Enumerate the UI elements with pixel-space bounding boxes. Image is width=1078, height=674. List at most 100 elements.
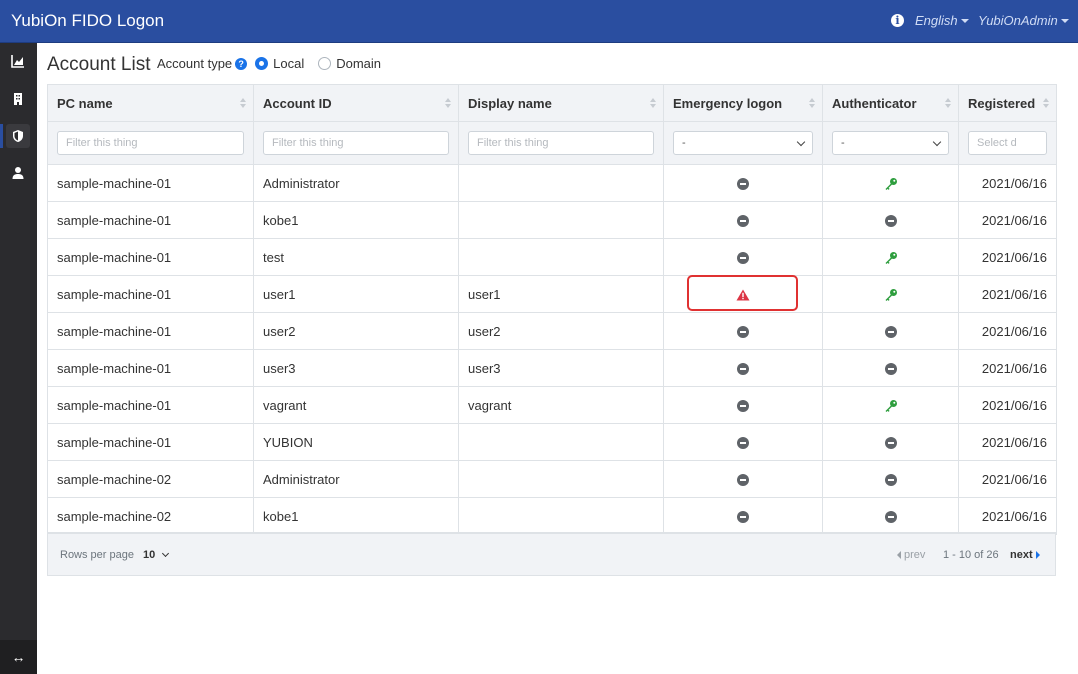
help-icon[interactable]: ? — [235, 57, 248, 70]
radio-local[interactable] — [255, 57, 269, 70]
triangle-left-icon — [897, 551, 901, 559]
disabled-icon — [884, 437, 897, 450]
filter-registered-date-input[interactable] — [968, 131, 1047, 155]
chevron-down-icon — [932, 137, 942, 146]
column-header-display-name[interactable]: Display name — [458, 84, 664, 122]
filter-authenticator-select[interactable]: - — [832, 131, 949, 155]
language-dropdown[interactable]: English — [915, 13, 969, 28]
cell-display-name — [458, 423, 664, 461]
sort-icon[interactable] — [445, 98, 452, 109]
cell-pc-name: sample-machine-01 — [47, 238, 254, 276]
table-row[interactable]: sample-machine-02 Administrator 2021/06/16 — [47, 460, 1057, 498]
disabled-icon — [737, 252, 749, 265]
cell-emergency-logon — [663, 423, 823, 461]
chart-icon — [11, 55, 24, 68]
cell-authenticator — [822, 497, 959, 535]
sort-icon[interactable] — [650, 98, 657, 109]
cell-account-id: YUBION — [253, 423, 459, 461]
filter-display-name-input[interactable] — [468, 131, 654, 155]
cell-account-id: test — [253, 238, 459, 276]
disabled-icon — [884, 511, 897, 524]
column-header-label: Authenticator — [832, 95, 917, 111]
cell-registered: 2021/06/16 — [958, 349, 1057, 387]
column-header-label: Account ID — [263, 95, 332, 111]
cell-registered: 2021/06/16 — [958, 497, 1057, 535]
sidebar-item-users[interactable] — [6, 161, 30, 185]
info-icon[interactable]: i — [891, 14, 904, 27]
account-type-selector: Account type ? Local Domain — [157, 56, 381, 71]
page-range: 1 - 10 of 26 — [943, 549, 999, 561]
table-row[interactable]: sample-machine-01 test 2021/06/16 — [47, 238, 1057, 276]
filter-emergency-select[interactable]: - — [673, 131, 813, 155]
key-icon — [884, 286, 898, 301]
sidebar-toggle-button[interactable]: ↔ — [0, 640, 37, 674]
disabled-icon — [737, 215, 749, 228]
prev-page-button[interactable]: prev — [897, 549, 925, 561]
table-row[interactable]: sample-machine-01 user1 user1 2021/06/16 — [47, 275, 1057, 313]
sort-icon[interactable] — [1043, 98, 1050, 109]
column-header-authenticator[interactable]: Authenticator — [822, 84, 959, 122]
sort-icon[interactable] — [809, 98, 816, 109]
column-header-account-id[interactable]: Account ID — [253, 84, 459, 122]
cell-emergency-logon — [663, 312, 823, 350]
column-header-label: Emergency logon — [673, 95, 783, 111]
cell-display-name: user1 — [458, 275, 664, 313]
cell-pc-name: sample-machine-01 — [47, 312, 254, 350]
table-row[interactable]: sample-machine-01 user3 user3 2021/06/16 — [47, 349, 1057, 387]
sidebar-item-security[interactable] — [0, 124, 30, 148]
cell-pc-name: sample-machine-01 — [47, 275, 254, 313]
cell-authenticator — [822, 201, 959, 239]
column-header-emergency-logon[interactable]: Emergency logon — [663, 84, 823, 122]
sidebar-item-dashboard[interactable] — [6, 49, 30, 73]
triangle-right-icon — [1035, 551, 1040, 559]
disabled-icon — [737, 178, 749, 191]
disabled-icon — [884, 474, 897, 487]
table-row[interactable]: sample-machine-02 kobe1 2021/06/16 — [47, 497, 1057, 535]
account-table: PC name Account ID Display name Emergency l… — [47, 84, 1057, 535]
column-header-pc-name[interactable]: PC name — [47, 84, 254, 122]
radio-domain-label[interactable]: Domain — [336, 56, 381, 71]
cell-pc-name: sample-machine-02 — [47, 460, 254, 498]
cell-registered: 2021/06/16 — [958, 238, 1057, 276]
table-row[interactable]: sample-machine-01 Administrator 2021/06/16 — [47, 164, 1057, 202]
cell-authenticator — [822, 349, 959, 387]
shield-icon — [13, 130, 23, 142]
radio-domain[interactable] — [318, 57, 332, 70]
sidebar-item-organization[interactable] — [6, 87, 30, 111]
rows-per-page-select[interactable]: 10 — [143, 549, 170, 561]
filter-cell — [253, 121, 459, 165]
table-row[interactable]: sample-machine-01 YUBION 2021/06/16 — [47, 423, 1057, 461]
cell-registered: 2021/06/16 — [958, 460, 1057, 498]
cell-emergency-logon — [663, 386, 823, 424]
cell-display-name: user3 — [458, 349, 664, 387]
cell-pc-name: sample-machine-01 — [47, 423, 254, 461]
page-title: Account List — [47, 54, 151, 75]
user-dropdown[interactable]: YubiOnAdmin — [978, 13, 1069, 28]
table-row[interactable]: sample-machine-01 vagrant vagrant 2021/06/1… — [47, 386, 1057, 424]
filter-account-id-input[interactable] — [263, 131, 449, 155]
language-label: English — [915, 13, 958, 28]
rows-per-page-label: Rows per page — [60, 549, 134, 561]
cell-authenticator — [822, 238, 959, 276]
user-icon — [12, 167, 24, 179]
highlight-annotation — [687, 275, 798, 311]
select-value: - — [682, 137, 686, 149]
radio-local-label[interactable]: Local — [273, 56, 304, 71]
key-icon — [884, 397, 898, 412]
top-navbar: YubiOn FIDO Logon i English YubiOnAdmin — [0, 0, 1078, 43]
sort-icon[interactable] — [240, 98, 247, 109]
cell-pc-name: sample-machine-01 — [47, 164, 254, 202]
filter-cell — [47, 121, 254, 165]
building-icon — [14, 93, 22, 105]
filter-pc-name-input[interactable] — [57, 131, 244, 155]
sort-icon[interactable] — [945, 98, 952, 109]
table-row[interactable]: sample-machine-01 user2 user2 2021/06/16 — [47, 312, 1057, 350]
disabled-icon — [737, 437, 749, 450]
cell-registered: 2021/06/16 — [958, 423, 1057, 461]
app-title[interactable]: YubiOn FIDO Logon — [11, 11, 164, 31]
table-row[interactable]: sample-machine-01 kobe1 2021/06/16 — [47, 201, 1057, 239]
column-header-registered[interactable]: Registered — [958, 84, 1057, 122]
cell-authenticator — [822, 164, 959, 202]
next-page-button[interactable]: next — [1010, 549, 1040, 561]
rows-per-page-value: 10 — [143, 549, 156, 561]
